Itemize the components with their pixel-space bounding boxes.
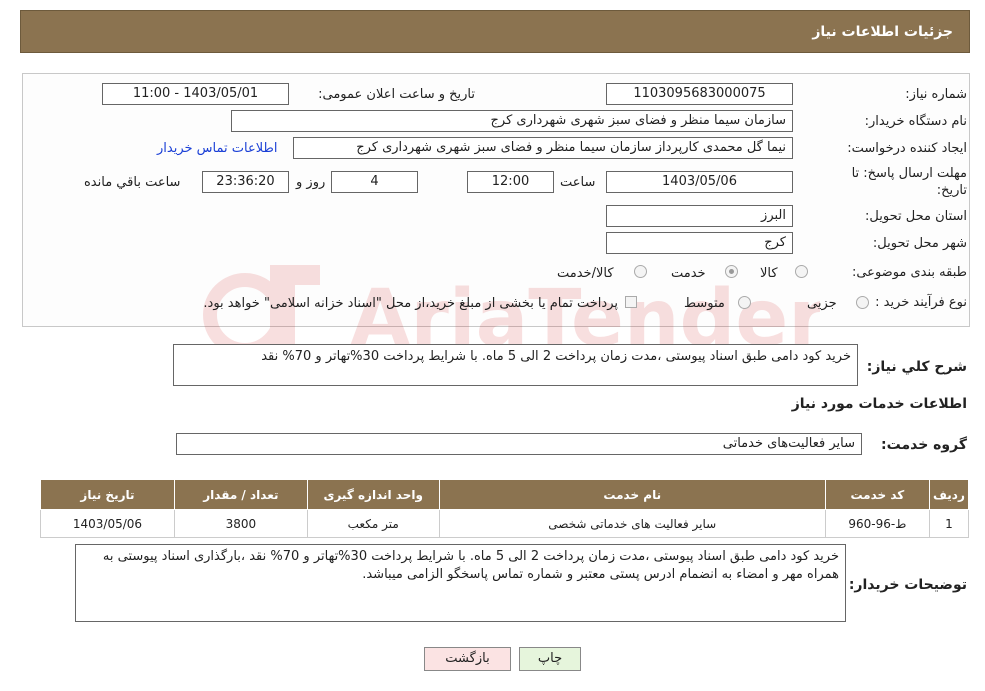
treasury-note: پرداخت تمام یا بخشی از مبلغ خرید،از محل … (203, 296, 618, 311)
need-number-label: شماره نیاز: (905, 87, 967, 102)
description-label: شرح کلي نياز: (866, 359, 967, 375)
deadline-date-field[interactable]: 1403/05/06 (606, 171, 793, 193)
description-field[interactable]: خرید کود دامی طبق اسناد پیوستی ،مدت زمان… (173, 344, 858, 386)
cell-unit: متر مکعب (306, 509, 440, 538)
col-row: ردیف (928, 479, 970, 510)
province-label: استان محل تحویل: (865, 209, 967, 224)
deadline-time-field[interactable]: 12:00 (467, 171, 554, 193)
category-both-radio[interactable] (634, 265, 647, 278)
col-date: تاریخ نیاز (40, 479, 175, 510)
buyer-org-field[interactable]: سازمان سیما منظر و فضای سبز شهری شهرداری… (231, 110, 793, 132)
announce-label: تاریخ و ساعت اعلان عمومی: (318, 87, 475, 102)
deadline-time-label: ساعت (560, 175, 596, 190)
purchase-type-label: نوع فرآیند خرید : (875, 295, 967, 310)
buyer-notes-label: توضیحات خریدار: (848, 577, 967, 593)
requester-field[interactable]: نیما گل محمدی کارپرداز سازمان سیما منظر … (293, 137, 793, 159)
cell-row: 1 (928, 509, 970, 538)
city-label: شهر محل تحویل: (872, 236, 967, 251)
city-field[interactable]: کرج (606, 232, 793, 254)
province-field[interactable]: البرز (606, 205, 793, 227)
remaining-time-field[interactable]: 23:36:20 (202, 171, 289, 193)
service-group-field[interactable]: سایر فعالیت‌های خدماتی (176, 433, 862, 455)
category-label: طبقه بندی موضوعی: (851, 265, 967, 280)
days-field[interactable]: 4 (331, 171, 418, 193)
col-name: نام خدمت (438, 479, 826, 510)
cell-name: سایر فعالیت های خدماتی شخصی (438, 509, 826, 538)
cell-quantity: 3800 (173, 509, 308, 538)
table-row: 1 ط-96-960 سایر فعالیت های خدماتی شخصی م… (40, 509, 970, 538)
purchase-minor-label: جزیی (807, 296, 837, 311)
print-button[interactable]: چاپ (519, 647, 581, 671)
services-table: ردیف کد خدمت نام خدمت واحد اندازه گیری ت… (40, 479, 970, 538)
buyer-contact-link[interactable]: اطلاعات تماس خریدار (157, 141, 277, 156)
purchase-minor-radio[interactable] (856, 296, 869, 309)
deadline-label: مهلت ارسال پاسخ: تا (851, 166, 967, 181)
announce-field[interactable]: 1403/05/01 - 11:00 (102, 83, 289, 105)
category-service-label: خدمت (671, 266, 706, 281)
service-group-label: گروه خدمت: (881, 437, 967, 453)
category-both-label: کالا/خدمت (557, 266, 614, 281)
category-goods-label: کالا (760, 266, 778, 281)
page-header: جزئیات اطلاعات نیاز (20, 10, 970, 53)
remaining-label: ساعت باقي مانده (84, 175, 181, 190)
cell-code: ط-96-960 (824, 509, 930, 538)
col-quantity: تعداد / مقدار (173, 479, 308, 510)
buyer-notes-field[interactable]: خرید کود دامی طبق اسناد پیوستی ،مدت زمان… (75, 544, 846, 622)
need-number-field[interactable]: 1103095683000075 (606, 83, 793, 105)
treasury-checkbox[interactable] (625, 296, 637, 308)
services-title: اطلاعات خدمات مورد نیاز (791, 396, 967, 412)
col-code: کد خدمت (824, 479, 930, 510)
back-button[interactable]: بازگشت (424, 647, 511, 671)
col-unit: واحد اندازه گیری (306, 479, 440, 510)
deadline-label-2: تاریخ: (936, 183, 967, 198)
category-service-radio[interactable] (725, 265, 738, 278)
days-label: روز و (296, 175, 326, 190)
purchase-medium-radio[interactable] (738, 296, 751, 309)
requester-label: ایجاد کننده درخواست: (847, 141, 967, 156)
cell-date: 1403/05/06 (40, 509, 175, 538)
buyer-org-label: نام دستگاه خریدار: (864, 114, 967, 129)
purchase-medium-label: متوسط (684, 296, 725, 311)
category-goods-radio[interactable] (795, 265, 808, 278)
